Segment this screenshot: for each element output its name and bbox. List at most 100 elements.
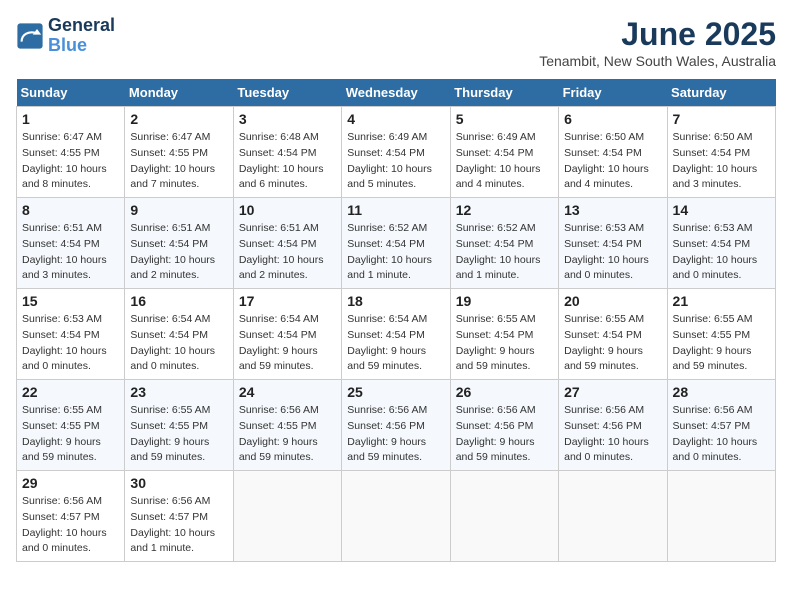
day-info: Sunrise: 6:53 AM Sunset: 4:54 PM Dayligh… [564,221,661,284]
sunset-label: Sunset: 4:55 PM [673,329,751,341]
day-info: Sunrise: 6:48 AM Sunset: 4:54 PM Dayligh… [239,130,336,193]
calendar-body: 1 Sunrise: 6:47 AM Sunset: 4:55 PM Dayli… [17,107,776,562]
calendar-row: 15 Sunrise: 6:53 AM Sunset: 4:54 PM Dayl… [17,289,776,380]
day-info: Sunrise: 6:54 AM Sunset: 4:54 PM Dayligh… [130,312,227,375]
sunset-label: Sunset: 4:56 PM [347,420,425,432]
calendar-cell [342,471,450,562]
month-title: June 2025 [539,16,776,53]
day-number: 9 [130,202,227,218]
day-number: 22 [22,384,119,400]
col-sunday: Sunday [17,79,125,107]
calendar-cell: 27 Sunrise: 6:56 AM Sunset: 4:56 PM Dayl… [559,380,667,471]
day-info: Sunrise: 6:47 AM Sunset: 4:55 PM Dayligh… [130,130,227,193]
sunset-label: Sunset: 4:54 PM [130,238,208,250]
day-info: Sunrise: 6:56 AM Sunset: 4:57 PM Dayligh… [673,403,770,466]
calendar-cell: 5 Sunrise: 6:49 AM Sunset: 4:54 PM Dayli… [450,107,558,198]
sunrise-label: Sunrise: 6:48 AM [239,131,319,143]
calendar-cell: 30 Sunrise: 6:56 AM Sunset: 4:57 PM Dayl… [125,471,233,562]
calendar-cell: 12 Sunrise: 6:52 AM Sunset: 4:54 PM Dayl… [450,198,558,289]
sunset-label: Sunset: 4:56 PM [564,420,642,432]
daylight-label: Daylight: 10 hours and 0 minutes. [564,254,649,282]
daylight-label: Daylight: 9 hours and 59 minutes. [456,436,535,464]
day-info: Sunrise: 6:50 AM Sunset: 4:54 PM Dayligh… [673,130,770,193]
daylight-label: Daylight: 10 hours and 5 minutes. [347,163,432,191]
sunrise-label: Sunrise: 6:56 AM [22,495,102,507]
daylight-label: Daylight: 9 hours and 59 minutes. [130,436,209,464]
sunset-label: Sunset: 4:55 PM [130,147,208,159]
calendar-row: 22 Sunrise: 6:55 AM Sunset: 4:55 PM Dayl… [17,380,776,471]
calendar-cell: 19 Sunrise: 6:55 AM Sunset: 4:54 PM Dayl… [450,289,558,380]
calendar-cell: 9 Sunrise: 6:51 AM Sunset: 4:54 PM Dayli… [125,198,233,289]
daylight-label: Daylight: 9 hours and 59 minutes. [347,345,426,373]
sunset-label: Sunset: 4:55 PM [22,147,100,159]
sunrise-label: Sunrise: 6:47 AM [22,131,102,143]
sunrise-label: Sunrise: 6:56 AM [239,404,319,416]
daylight-label: Daylight: 10 hours and 3 minutes. [22,254,107,282]
calendar-cell: 20 Sunrise: 6:55 AM Sunset: 4:54 PM Dayl… [559,289,667,380]
daylight-label: Daylight: 10 hours and 0 minutes. [22,527,107,555]
sunrise-label: Sunrise: 6:54 AM [130,313,210,325]
day-info: Sunrise: 6:56 AM Sunset: 4:56 PM Dayligh… [564,403,661,466]
day-number: 27 [564,384,661,400]
daylight-label: Daylight: 10 hours and 0 minutes. [673,436,758,464]
day-number: 4 [347,111,444,127]
logo-icon [16,22,44,50]
daylight-label: Daylight: 9 hours and 59 minutes. [239,436,318,464]
sunrise-label: Sunrise: 6:56 AM [130,495,210,507]
calendar-cell [233,471,341,562]
day-number: 29 [22,475,119,491]
calendar-cell: 22 Sunrise: 6:55 AM Sunset: 4:55 PM Dayl… [17,380,125,471]
day-info: Sunrise: 6:56 AM Sunset: 4:57 PM Dayligh… [130,494,227,557]
sunset-label: Sunset: 4:54 PM [130,329,208,341]
sunrise-label: Sunrise: 6:52 AM [456,222,536,234]
sunset-label: Sunset: 4:54 PM [564,147,642,159]
day-number: 14 [673,202,770,218]
sunset-label: Sunset: 4:55 PM [22,420,100,432]
calendar-cell: 4 Sunrise: 6:49 AM Sunset: 4:54 PM Dayli… [342,107,450,198]
daylight-label: Daylight: 9 hours and 59 minutes. [22,436,101,464]
sunrise-label: Sunrise: 6:51 AM [130,222,210,234]
day-number: 24 [239,384,336,400]
day-info: Sunrise: 6:55 AM Sunset: 4:54 PM Dayligh… [564,312,661,375]
sunset-label: Sunset: 4:54 PM [239,329,317,341]
sunrise-label: Sunrise: 6:49 AM [347,131,427,143]
calendar-cell: 25 Sunrise: 6:56 AM Sunset: 4:56 PM Dayl… [342,380,450,471]
daylight-label: Daylight: 10 hours and 4 minutes. [564,163,649,191]
sunrise-label: Sunrise: 6:56 AM [456,404,536,416]
title-block: June 2025 Tenambit, New South Wales, Aus… [539,16,776,69]
calendar-cell: 29 Sunrise: 6:56 AM Sunset: 4:57 PM Dayl… [17,471,125,562]
calendar-cell: 13 Sunrise: 6:53 AM Sunset: 4:54 PM Dayl… [559,198,667,289]
calendar-cell: 26 Sunrise: 6:56 AM Sunset: 4:56 PM Dayl… [450,380,558,471]
day-info: Sunrise: 6:55 AM Sunset: 4:55 PM Dayligh… [673,312,770,375]
sunset-label: Sunset: 4:54 PM [239,238,317,250]
calendar-row: 8 Sunrise: 6:51 AM Sunset: 4:54 PM Dayli… [17,198,776,289]
daylight-label: Daylight: 10 hours and 8 minutes. [22,163,107,191]
daylight-label: Daylight: 9 hours and 59 minutes. [564,345,643,373]
sunset-label: Sunset: 4:54 PM [22,329,100,341]
daylight-label: Daylight: 10 hours and 0 minutes. [673,254,758,282]
daylight-label: Daylight: 10 hours and 0 minutes. [130,345,215,373]
sunset-label: Sunset: 4:54 PM [239,147,317,159]
day-number: 5 [456,111,553,127]
sunset-label: Sunset: 4:54 PM [564,329,642,341]
sunset-label: Sunset: 4:55 PM [239,420,317,432]
day-number: 26 [456,384,553,400]
calendar-cell: 21 Sunrise: 6:55 AM Sunset: 4:55 PM Dayl… [667,289,775,380]
col-monday: Monday [125,79,233,107]
sunset-label: Sunset: 4:54 PM [456,238,534,250]
day-info: Sunrise: 6:55 AM Sunset: 4:55 PM Dayligh… [22,403,119,466]
col-friday: Friday [559,79,667,107]
sunrise-label: Sunrise: 6:56 AM [347,404,427,416]
sunset-label: Sunset: 4:56 PM [456,420,534,432]
sunrise-label: Sunrise: 6:56 AM [564,404,644,416]
calendar-cell: 8 Sunrise: 6:51 AM Sunset: 4:54 PM Dayli… [17,198,125,289]
day-number: 8 [22,202,119,218]
day-info: Sunrise: 6:51 AM Sunset: 4:54 PM Dayligh… [239,221,336,284]
sunrise-label: Sunrise: 6:55 AM [130,404,210,416]
day-number: 1 [22,111,119,127]
day-number: 30 [130,475,227,491]
day-number: 15 [22,293,119,309]
page-header: GeneralBlue June 2025 Tenambit, New Sout… [16,16,776,69]
sunrise-label: Sunrise: 6:55 AM [456,313,536,325]
day-number: 23 [130,384,227,400]
